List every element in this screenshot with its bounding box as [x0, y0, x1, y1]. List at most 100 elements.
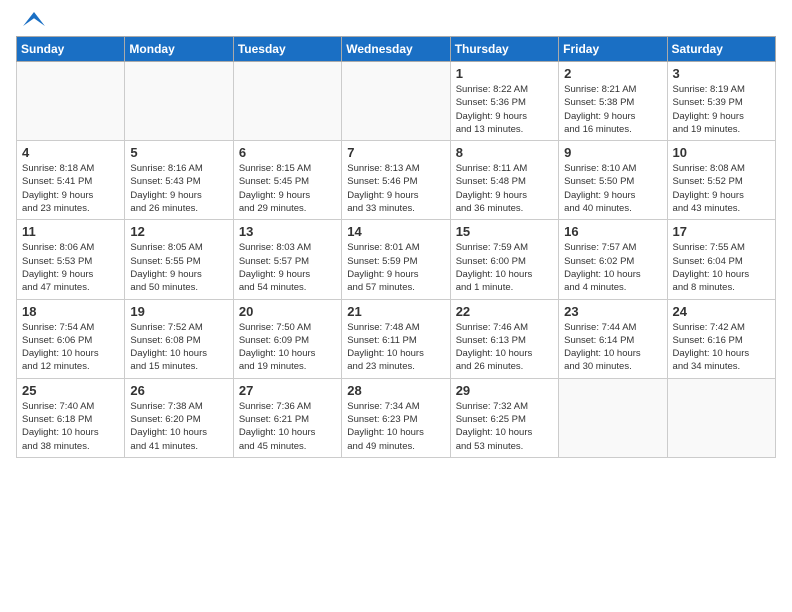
day-info: Sunrise: 8:13 AM Sunset: 5:46 PM Dayligh…: [347, 162, 444, 215]
calendar-cell: [342, 62, 450, 141]
calendar-cell: [667, 378, 775, 457]
weekday-header-friday: Friday: [559, 37, 667, 62]
calendar-cell: 13 Sunrise: 8:03 AM Sunset: 5:57 PM Dayli…: [233, 220, 341, 299]
day-number: 23: [564, 304, 661, 319]
day-info: Sunrise: 7:44 AM Sunset: 6:14 PM Dayligh…: [564, 321, 661, 374]
day-info: Sunrise: 7:38 AM Sunset: 6:20 PM Dayligh…: [130, 400, 227, 453]
calendar-cell: 22 Sunrise: 7:46 AM Sunset: 6:13 PM Dayli…: [450, 299, 558, 378]
calendar-cell: 29Sunrise: 7:32 AM Sunset: 6:25 PM Dayli…: [450, 378, 558, 457]
calendar-cell: 3 Sunrise: 8:19 AM Sunset: 5:39 PM Daylig…: [667, 62, 775, 141]
calendar-week-row-3: 11 Sunrise: 8:06 AM Sunset: 5:53 PM Dayli…: [17, 220, 776, 299]
day-number: 27: [239, 383, 336, 398]
calendar-cell: [17, 62, 125, 141]
weekday-header-row: SundayMondayTuesdayWednesdayThursdayFrid…: [17, 37, 776, 62]
day-info: Sunrise: 8:06 AM Sunset: 5:53 PM Dayligh…: [22, 241, 119, 294]
calendar-cell: 28 Sunrise: 7:34 AM Sunset: 6:23 PM Dayli…: [342, 378, 450, 457]
day-number: 8: [456, 145, 553, 160]
weekday-header-monday: Monday: [125, 37, 233, 62]
day-info: Sunrise: 8:03 AM Sunset: 5:57 PM Dayligh…: [239, 241, 336, 294]
day-number: 5: [130, 145, 227, 160]
calendar-cell: 24 Sunrise: 7:42 AM Sunset: 6:16 PM Dayli…: [667, 299, 775, 378]
day-number: 26: [130, 383, 227, 398]
day-number: 3: [673, 66, 770, 81]
calendar-cell: 6Sunrise: 8:15 AM Sunset: 5:45 PM Daylig…: [233, 141, 341, 220]
day-number: 25: [22, 383, 119, 398]
day-number: 20: [239, 304, 336, 319]
calendar-cell: 20 Sunrise: 7:50 AM Sunset: 6:09 PM Dayli…: [233, 299, 341, 378]
calendar-cell: 12 Sunrise: 8:05 AM Sunset: 5:55 PM Dayli…: [125, 220, 233, 299]
day-number: 19: [130, 304, 227, 319]
day-info: Sunrise: 8:21 AM Sunset: 5:38 PM Dayligh…: [564, 83, 661, 136]
page-header: [16, 16, 776, 26]
day-info: Sunrise: 8:01 AM Sunset: 5:59 PM Dayligh…: [347, 241, 444, 294]
calendar-cell: 10 Sunrise: 8:08 AM Sunset: 5:52 PM Dayli…: [667, 141, 775, 220]
calendar-cell: [125, 62, 233, 141]
day-info: Sunrise: 7:55 AM Sunset: 6:04 PM Dayligh…: [673, 241, 770, 294]
day-info: Sunrise: 7:40 AM Sunset: 6:18 PM Dayligh…: [22, 400, 119, 453]
day-number: 1: [456, 66, 553, 81]
day-number: 6: [239, 145, 336, 160]
day-info: Sunrise: 8:19 AM Sunset: 5:39 PM Dayligh…: [673, 83, 770, 136]
day-info: Sunrise: 7:52 AM Sunset: 6:08 PM Dayligh…: [130, 321, 227, 374]
day-info: Sunrise: 8:08 AM Sunset: 5:52 PM Dayligh…: [673, 162, 770, 215]
day-info: Sunrise: 7:59 AM Sunset: 6:00 PM Dayligh…: [456, 241, 553, 294]
calendar-cell: 14 Sunrise: 8:01 AM Sunset: 5:59 PM Dayli…: [342, 220, 450, 299]
day-number: 18: [22, 304, 119, 319]
day-info: Sunrise: 7:36 AM Sunset: 6:21 PM Dayligh…: [239, 400, 336, 453]
day-info: Sunrise: 8:18 AM Sunset: 5:41 PM Dayligh…: [22, 162, 119, 215]
day-info: Sunrise: 7:48 AM Sunset: 6:11 PM Dayligh…: [347, 321, 444, 374]
day-info: Sunrise: 7:46 AM Sunset: 6:13 PM Dayligh…: [456, 321, 553, 374]
day-info: Sunrise: 7:32 AM Sunset: 6:25 PM Dayligh…: [456, 400, 553, 453]
day-number: 11: [22, 224, 119, 239]
calendar-cell: 17 Sunrise: 7:55 AM Sunset: 6:04 PM Dayli…: [667, 220, 775, 299]
calendar-cell: 18Sunrise: 7:54 AM Sunset: 6:06 PM Dayli…: [17, 299, 125, 378]
day-number: 22: [456, 304, 553, 319]
calendar-cell: 5 Sunrise: 8:16 AM Sunset: 5:43 PM Daylig…: [125, 141, 233, 220]
day-info: Sunrise: 7:50 AM Sunset: 6:09 PM Dayligh…: [239, 321, 336, 374]
day-number: 9: [564, 145, 661, 160]
day-number: 13: [239, 224, 336, 239]
calendar-cell: [233, 62, 341, 141]
day-number: 10: [673, 145, 770, 160]
day-number: 17: [673, 224, 770, 239]
logo-arrow-icon: [20, 12, 48, 26]
day-info: Sunrise: 8:22 AM Sunset: 5:36 PM Dayligh…: [456, 83, 553, 136]
weekday-header-sunday: Sunday: [17, 37, 125, 62]
calendar-week-row-5: 25 Sunrise: 7:40 AM Sunset: 6:18 PM Dayli…: [17, 378, 776, 457]
calendar-cell: 21 Sunrise: 7:48 AM Sunset: 6:11 PM Dayli…: [342, 299, 450, 378]
day-info: Sunrise: 8:05 AM Sunset: 5:55 PM Dayligh…: [130, 241, 227, 294]
calendar-cell: 11 Sunrise: 8:06 AM Sunset: 5:53 PM Dayli…: [17, 220, 125, 299]
calendar-week-row-4: 18Sunrise: 7:54 AM Sunset: 6:06 PM Dayli…: [17, 299, 776, 378]
weekday-header-thursday: Thursday: [450, 37, 558, 62]
day-info: Sunrise: 7:34 AM Sunset: 6:23 PM Dayligh…: [347, 400, 444, 453]
logo: [16, 16, 48, 26]
calendar-cell: 25 Sunrise: 7:40 AM Sunset: 6:18 PM Dayli…: [17, 378, 125, 457]
calendar-table: SundayMondayTuesdayWednesdayThursdayFrid…: [16, 36, 776, 458]
day-number: 21: [347, 304, 444, 319]
day-number: 2: [564, 66, 661, 81]
day-number: 16: [564, 224, 661, 239]
calendar-cell: 19 Sunrise: 7:52 AM Sunset: 6:08 PM Dayli…: [125, 299, 233, 378]
day-number: 28: [347, 383, 444, 398]
weekday-header-wednesday: Wednesday: [342, 37, 450, 62]
calendar-week-row-2: 4 Sunrise: 8:18 AM Sunset: 5:41 PM Daylig…: [17, 141, 776, 220]
weekday-header-tuesday: Tuesday: [233, 37, 341, 62]
calendar-cell: 16Sunrise: 7:57 AM Sunset: 6:02 PM Dayli…: [559, 220, 667, 299]
day-info: Sunrise: 7:42 AM Sunset: 6:16 PM Dayligh…: [673, 321, 770, 374]
day-info: Sunrise: 8:10 AM Sunset: 5:50 PM Dayligh…: [564, 162, 661, 215]
day-number: 14: [347, 224, 444, 239]
calendar-cell: 23 Sunrise: 7:44 AM Sunset: 6:14 PM Dayli…: [559, 299, 667, 378]
day-number: 24: [673, 304, 770, 319]
day-number: 12: [130, 224, 227, 239]
calendar-cell: 9 Sunrise: 8:10 AM Sunset: 5:50 PM Daylig…: [559, 141, 667, 220]
day-number: 15: [456, 224, 553, 239]
day-number: 7: [347, 145, 444, 160]
day-number: 4: [22, 145, 119, 160]
calendar-cell: 26 Sunrise: 7:38 AM Sunset: 6:20 PM Dayli…: [125, 378, 233, 457]
day-info: Sunrise: 8:16 AM Sunset: 5:43 PM Dayligh…: [130, 162, 227, 215]
calendar-cell: 4 Sunrise: 8:18 AM Sunset: 5:41 PM Daylig…: [17, 141, 125, 220]
calendar-cell: 7 Sunrise: 8:13 AM Sunset: 5:46 PM Daylig…: [342, 141, 450, 220]
calendar-cell: [559, 378, 667, 457]
calendar-week-row-1: 1 Sunrise: 8:22 AM Sunset: 5:36 PM Daylig…: [17, 62, 776, 141]
calendar-cell: 1 Sunrise: 8:22 AM Sunset: 5:36 PM Daylig…: [450, 62, 558, 141]
